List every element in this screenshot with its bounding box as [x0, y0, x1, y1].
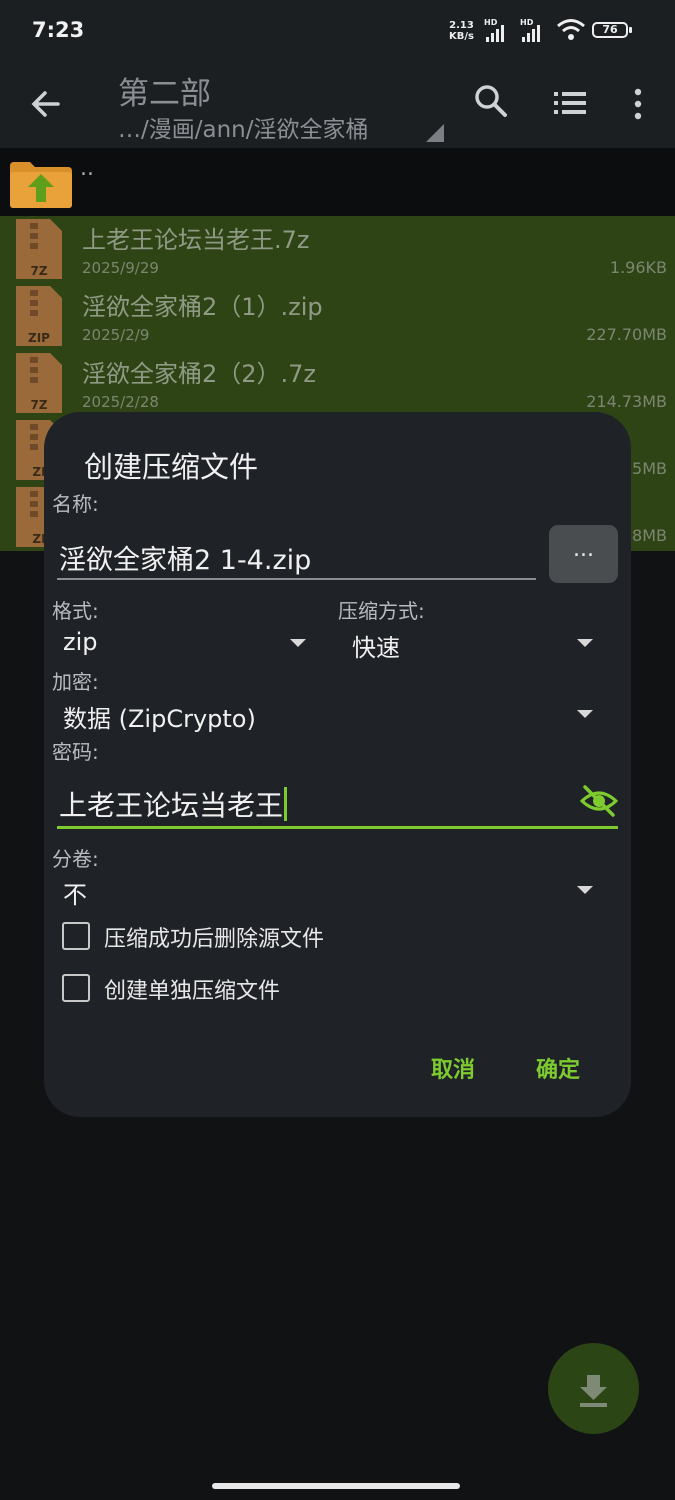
file-name: 淫欲全家桶2（1）.zip	[82, 293, 323, 321]
ok-button[interactable]: 确定	[536, 1052, 580, 1084]
password-input[interactable]: 上老王论坛当老王	[57, 780, 618, 829]
dialog-title: 创建压缩文件	[84, 450, 259, 484]
download-icon	[580, 1375, 607, 1407]
more-vert-icon[interactable]	[632, 88, 644, 120]
status-bar: 7:23 2.13 KB/s HD HD 76	[0, 0, 675, 62]
create-archive-dialog: 创建压缩文件 名称: 淫欲全家桶2 1-4.zip ... 格式: 压缩方式: …	[44, 412, 631, 1117]
file-date: 2025/2/9	[82, 326, 150, 344]
encryption-label: 加密:	[52, 670, 99, 694]
file-size: 1.96KB	[609, 258, 667, 277]
file-row[interactable]: 7Z 上老王论坛当老王.7z 2025/9/29 1.96KB	[0, 216, 675, 283]
chevron-down-icon	[577, 886, 593, 894]
name-label: 名称:	[52, 492, 99, 516]
chevron-down-icon	[290, 639, 306, 647]
file-name: 上老王论坛当老王.7z	[82, 226, 310, 254]
compression-method-label: 压缩方式:	[338, 599, 425, 623]
wifi-icon	[557, 19, 585, 40]
visibility-off-icon[interactable]	[580, 784, 618, 818]
text-cursor	[284, 787, 288, 821]
archive-name-value: 淫欲全家桶2 1-4.zip	[59, 545, 312, 576]
archive-file-icon: 7Z	[16, 219, 62, 279]
archive-name-input[interactable]: 淫欲全家桶2 1-4.zip	[57, 530, 536, 580]
signal-icon-2: HD	[520, 18, 550, 42]
password-value: 上老王论坛当老王	[59, 784, 288, 824]
path-dropdown-indicator[interactable]	[426, 124, 444, 142]
parent-folder-label: ..	[80, 156, 94, 181]
file-row[interactable]: 7Z 淫欲全家桶2（2）.7z 2025/2/28 214.73MB	[0, 350, 675, 417]
breadcrumb-path[interactable]: …/漫画/ann/淫欲全家桶	[118, 110, 369, 144]
file-size: 5MB	[632, 459, 667, 478]
parent-folder-row[interactable]: ..	[0, 148, 675, 216]
encryption-value: 数据 (ZipCrypto)	[63, 705, 256, 733]
format-label: 格式:	[52, 599, 99, 623]
arrow-left-icon[interactable]	[28, 86, 64, 122]
signal-icon: HD	[484, 18, 514, 42]
delete-source-label: 压缩成功后删除源文件	[104, 927, 325, 952]
battery-icon: 76	[592, 22, 632, 38]
file-type-label: ZIP	[28, 331, 50, 345]
extract-fab-button[interactable]	[548, 1343, 639, 1434]
archive-file-icon: ZIP	[16, 286, 62, 346]
password-text: 上老王论坛当老王	[59, 789, 284, 822]
chevron-down-icon	[577, 639, 593, 647]
network-speed: 2.13 KB/s	[449, 20, 474, 42]
chevron-down-icon	[577, 710, 593, 718]
file-date: 2025/2/28	[82, 393, 159, 411]
separate-archives-label: 创建单独压缩文件	[104, 979, 281, 1004]
file-date: 2025/9/29	[82, 259, 159, 277]
format-value: zip	[63, 628, 98, 656]
browse-button[interactable]: ...	[549, 525, 618, 583]
network-speed-value: 2.13	[449, 20, 474, 31]
file-type-label: 7Z	[30, 264, 47, 278]
split-label: 分卷:	[52, 847, 99, 871]
file-type-label: 7Z	[30, 398, 47, 412]
archive-file-icon: 7Z	[16, 353, 62, 413]
gesture-nav-bar[interactable]	[212, 1483, 460, 1489]
network-speed-unit: KB/s	[449, 31, 474, 42]
compression-method-value: 快速	[352, 634, 400, 662]
folder-up-icon	[10, 162, 72, 208]
app-toolbar: 第二部 …/漫画/ann/淫欲全家桶	[0, 62, 675, 148]
delete-source-checkbox[interactable]	[62, 922, 90, 950]
page-title: 第二部	[118, 76, 211, 112]
password-label: 密码:	[52, 740, 99, 764]
file-name: 淫欲全家桶2（2）.7z	[82, 360, 317, 388]
separate-archives-checkbox[interactable]	[62, 974, 90, 1002]
file-size: 214.73MB	[586, 392, 667, 411]
status-time: 7:23	[32, 18, 85, 42]
file-size: 8MB	[632, 526, 667, 545]
search-icon[interactable]	[474, 84, 508, 118]
split-value: 不	[63, 881, 87, 909]
cancel-button[interactable]: 取消	[431, 1052, 475, 1084]
battery-level: 76	[602, 23, 618, 36]
file-size: 227.70MB	[586, 325, 667, 344]
file-row[interactable]: ZIP 淫欲全家桶2（1）.zip 2025/2/9 227.70MB	[0, 283, 675, 350]
list-view-icon[interactable]	[554, 92, 586, 114]
